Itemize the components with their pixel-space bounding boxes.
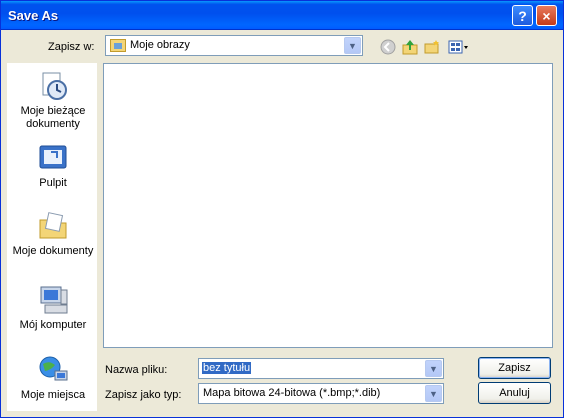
filetype-label: Zapisz jako typ: — [105, 389, 182, 401]
place-label: Moje dokumenty — [12, 245, 94, 257]
save-in-label: Zapisz w: — [48, 41, 95, 53]
place-label: Mój komputer — [19, 319, 87, 331]
cancel-button[interactable]: Anuluj — [478, 382, 551, 404]
my-computer-icon — [37, 284, 69, 316]
desktop-icon — [37, 142, 69, 174]
up-folder-icon[interactable] — [401, 38, 419, 56]
save-in-combo[interactable]: Moje obrazy ▼ — [105, 35, 363, 56]
my-documents-icon — [37, 210, 69, 242]
places-bar: Moje bieżące dokumenty Pulpit Moje dokum… — [7, 63, 97, 411]
pictures-folder-icon — [110, 39, 126, 52]
filetype-value: Mapa bitowa 24-bitowa (*.bmp;*.dib) — [203, 387, 381, 399]
place-recent-documents[interactable]: Moje bieżące dokumenty — [8, 70, 98, 131]
views-menu-icon[interactable] — [447, 38, 471, 56]
place-my-computer[interactable]: Mój komputer — [8, 284, 98, 332]
save-in-value: Moje obrazy — [130, 39, 190, 51]
file-list[interactable] — [103, 63, 553, 348]
place-my-documents[interactable]: Moje dokumenty — [8, 210, 98, 258]
recent-documents-icon — [37, 70, 69, 102]
network-places-icon — [37, 354, 69, 386]
help-button[interactable]: ? — [512, 5, 533, 26]
chevron-down-icon[interactable]: ▼ — [425, 360, 442, 377]
place-network-places[interactable]: Moje miejsca — [8, 354, 98, 402]
filename-combo[interactable]: bez tytułu ▼ — [198, 358, 444, 379]
place-label: Pulpit — [39, 177, 67, 189]
window-title: Save As — [8, 8, 59, 23]
save-as-dialog: Save As ? × Zapisz w: Moje obrazy ▼ Moje… — [0, 0, 564, 418]
chevron-down-icon[interactable]: ▼ — [344, 37, 361, 54]
title-bar[interactable]: Save As ? × — [1, 1, 563, 30]
filename-label: Nazwa pliku: — [105, 364, 168, 376]
new-folder-icon[interactable] — [423, 38, 441, 56]
place-label: Moje bieżące dokumenty — [20, 105, 86, 130]
save-button[interactable]: Zapisz — [478, 357, 551, 379]
close-button[interactable]: × — [536, 5, 557, 26]
back-icon[interactable] — [379, 38, 397, 56]
filetype-combo[interactable]: Mapa bitowa 24-bitowa (*.bmp;*.dib) ▼ — [198, 383, 444, 404]
place-label: Moje miejsca — [20, 389, 86, 401]
filename-input[interactable]: bez tytułu — [202, 362, 252, 374]
place-desktop[interactable]: Pulpit — [8, 142, 98, 190]
chevron-down-icon[interactable]: ▼ — [425, 385, 442, 402]
